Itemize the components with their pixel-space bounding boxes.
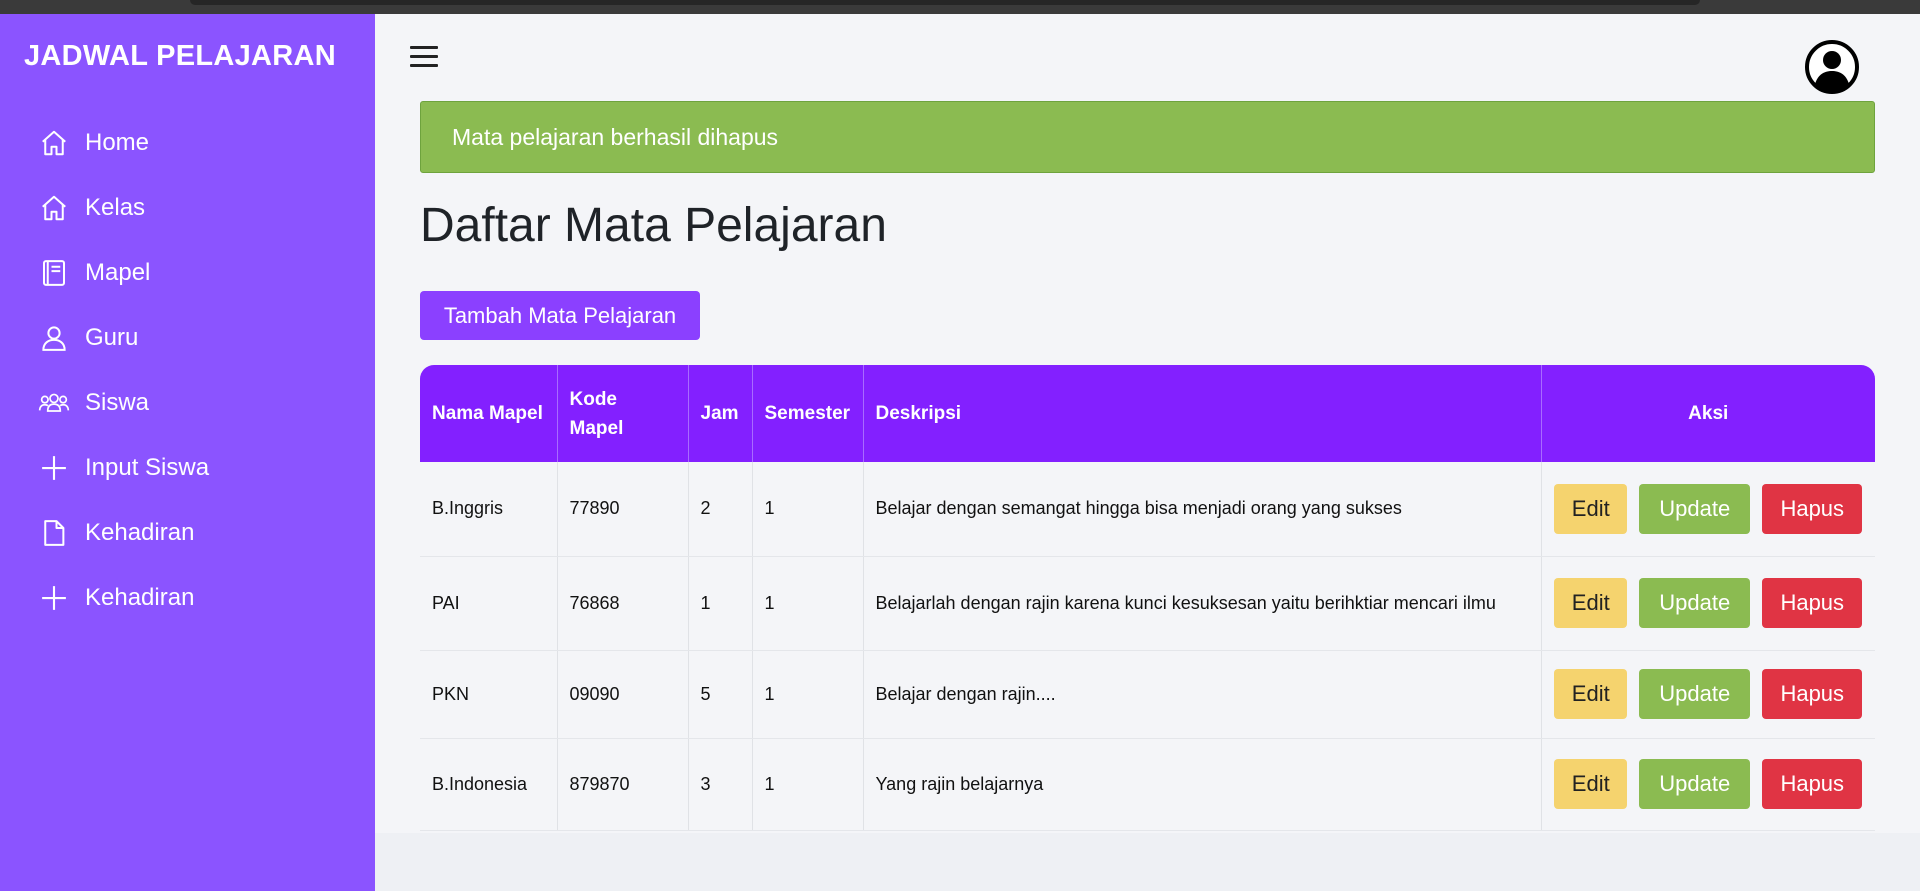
top-bar	[375, 14, 1920, 98]
column-header-nama-mapel: Nama Mapel	[420, 365, 558, 462]
column-header-semester: Semester	[752, 365, 864, 462]
menu-toggle-icon[interactable]	[410, 46, 438, 70]
update-button[interactable]: Update	[1639, 759, 1751, 809]
table-header-row: Nama Mapel Kode Mapel Jam Semester Deskr…	[420, 365, 1875, 462]
table-row: B.Inggris 77890 2 1 Belajar dengan seman…	[420, 462, 1875, 557]
cell-kode-mapel: 77890	[557, 462, 689, 557]
sidebar-item-label: Siswa	[85, 388, 150, 416]
sidebar-item-label: Home	[85, 128, 150, 156]
success-alert: Mata pelajaran berhasil dihapus	[420, 101, 1875, 173]
page-title: Daftar Mata Pelajaran	[420, 199, 887, 252]
column-header-deskripsi: Deskripsi	[863, 365, 1542, 462]
cell-kode-mapel: 09090	[557, 650, 689, 739]
row-actions: Edit Update Hapus	[1554, 578, 1864, 628]
row-actions: Edit Update Hapus	[1554, 483, 1864, 534]
main-content: Mata pelajaran berhasil dihapus Daftar M…	[375, 98, 1920, 833]
sidebar-item-mapel[interactable]: Mapel	[0, 240, 375, 305]
update-button[interactable]: Update	[1639, 483, 1751, 534]
people-icon	[38, 387, 70, 419]
cell-jam: 3	[688, 738, 753, 831]
column-header-aksi: Aksi	[1541, 365, 1875, 462]
row-actions: Edit Update Hapus	[1554, 759, 1864, 809]
row-actions: Edit Update Hapus	[1554, 669, 1864, 719]
sidebar-item-label: Guru	[85, 323, 139, 351]
column-header-kode-mapel: Kode Mapel	[557, 365, 689, 462]
plus-icon	[38, 582, 70, 614]
cell-nama-mapel: B.Indonesia	[420, 738, 558, 831]
sidebar-item-siswa[interactable]: Siswa	[0, 370, 375, 435]
cell-semester: 1	[752, 556, 864, 651]
subjects-table: Nama Mapel Kode Mapel Jam Semester Deskr…	[420, 365, 1875, 831]
browser-tab-strip	[190, 0, 1700, 5]
browser-top-strip	[0, 0, 1920, 14]
cell-aksi: Edit Update Hapus	[1541, 462, 1875, 557]
add-subject-button[interactable]: Tambah Mata Pelajaran	[420, 291, 700, 340]
cell-deskripsi: Yang rajin belajarnya	[863, 738, 1542, 831]
update-button[interactable]: Update	[1639, 669, 1751, 719]
cell-nama-mapel: PAI	[420, 556, 558, 651]
cell-semester: 1	[752, 650, 864, 739]
cell-aksi: Edit Update Hapus	[1541, 738, 1875, 831]
table-row: B.Indonesia 879870 3 1 Yang rajin belaja…	[420, 738, 1875, 831]
table-row: PKN 09090 5 1 Belajar dengan rajin.... E…	[420, 650, 1875, 739]
cell-nama-mapel: B.Inggris	[420, 462, 558, 557]
delete-button[interactable]: Hapus	[1762, 578, 1863, 628]
app-brand: JADWAL PELAJARAN	[24, 40, 337, 72]
sidebar-nav: Home Kelas Mapel Guru Siswa Input Siswa …	[0, 110, 375, 630]
book-icon	[38, 257, 70, 289]
edit-button[interactable]: Edit	[1554, 669, 1628, 719]
sidebar-item-label: Kehadiran	[85, 518, 195, 546]
delete-button[interactable]: Hapus	[1762, 483, 1863, 534]
table-row: PAI 76868 1 1 Belajarlah dengan rajin ka…	[420, 556, 1875, 651]
cell-kode-mapel: 879870	[557, 738, 689, 831]
cell-aksi: Edit Update Hapus	[1541, 556, 1875, 651]
delete-button[interactable]: Hapus	[1762, 669, 1863, 719]
sidebar-item-guru[interactable]: Guru	[0, 305, 375, 370]
sidebar: JADWAL PELAJARAN Home Kelas Mapel Guru S…	[0, 14, 375, 891]
home-icon	[38, 127, 70, 159]
edit-button[interactable]: Edit	[1554, 578, 1628, 628]
cell-deskripsi: Belajar dengan rajin....	[863, 650, 1542, 739]
file-icon	[38, 517, 70, 549]
cell-aksi: Edit Update Hapus	[1541, 650, 1875, 739]
user-avatar-icon[interactable]	[1805, 40, 1859, 94]
sidebar-item-tambah-kehadiran[interactable]: Kehadiran	[0, 565, 375, 630]
delete-button[interactable]: Hapus	[1762, 759, 1863, 809]
person-icon	[38, 322, 70, 354]
cell-kode-mapel: 76868	[557, 556, 689, 651]
page-footer-area	[375, 833, 1920, 891]
column-header-jam: Jam	[688, 365, 753, 462]
cell-semester: 1	[752, 738, 864, 831]
cell-nama-mapel: PKN	[420, 650, 558, 739]
cell-deskripsi: Belajar dengan semangat hingga bisa menj…	[863, 462, 1542, 557]
update-button[interactable]: Update	[1639, 578, 1751, 628]
alert-message: Mata pelajaran berhasil dihapus	[452, 123, 779, 150]
cell-jam: 5	[688, 650, 753, 739]
edit-button[interactable]: Edit	[1554, 483, 1628, 534]
cell-semester: 1	[752, 462, 864, 557]
plus-icon	[38, 452, 70, 484]
sidebar-item-input-siswa[interactable]: Input Siswa	[0, 435, 375, 500]
cell-deskripsi: Belajarlah dengan rajin karena kunci kes…	[863, 556, 1542, 651]
home-icon	[38, 192, 70, 224]
cell-jam: 1	[688, 556, 753, 651]
edit-button[interactable]: Edit	[1554, 759, 1628, 809]
sidebar-item-label: Kelas	[85, 193, 146, 221]
sidebar-item-kehadiran[interactable]: Kehadiran	[0, 500, 375, 565]
sidebar-item-label: Input Siswa	[85, 453, 210, 481]
sidebar-item-kelas[interactable]: Kelas	[0, 175, 375, 240]
sidebar-item-home[interactable]: Home	[0, 110, 375, 175]
cell-jam: 2	[688, 462, 753, 557]
sidebar-item-label: Kehadiran	[85, 583, 195, 611]
sidebar-item-label: Mapel	[85, 258, 151, 286]
